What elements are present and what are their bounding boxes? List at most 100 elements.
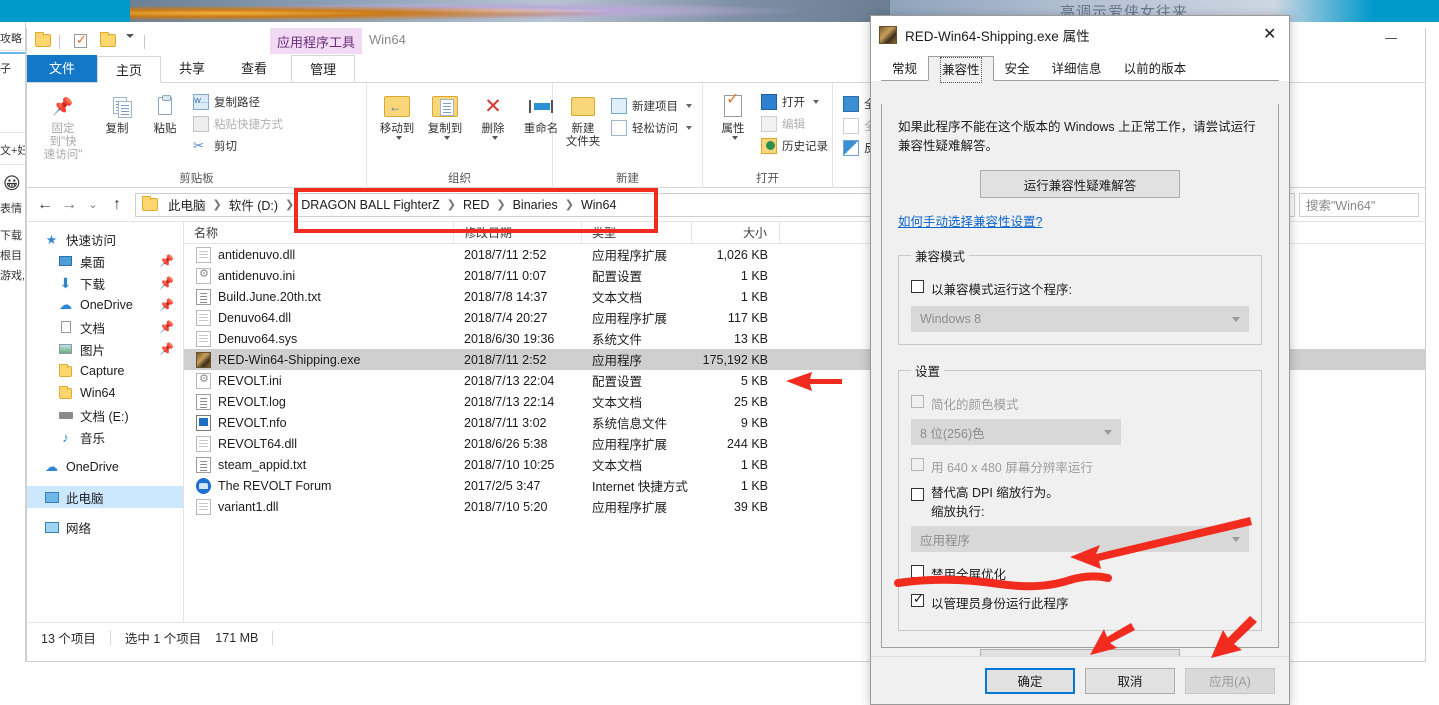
paste-shortcut-button[interactable]: 粘贴快捷方式 (189, 113, 287, 135)
column-header-size[interactable]: 大小 (692, 221, 780, 244)
pin-icon[interactable]: 📌 (159, 342, 174, 356)
breadcrumb-3[interactable]: RED (460, 198, 492, 212)
breadcrumb-1[interactable]: 软件 (D:) (226, 195, 281, 214)
column-header-type[interactable]: 类型 (582, 221, 692, 244)
sidebar-item-onedrive-quick[interactable]: ☁ OneDrive 📌 (27, 294, 183, 316)
sidebar-item-quick-access[interactable]: ★ 快速访问 (27, 228, 183, 250)
copy-button[interactable]: 复制 (93, 87, 141, 138)
tab-share[interactable]: 共享 (161, 55, 223, 82)
paste-label: 粘贴 (153, 123, 177, 135)
resolution-640-row[interactable]: 用 640 x 480 屏幕分辨率运行 (911, 457, 1249, 476)
pin-icon[interactable]: 📌 (159, 254, 174, 268)
disable-fullscreen-checkbox[interactable] (911, 565, 924, 578)
file-size: 25 KB (733, 394, 768, 409)
run-as-admin-row[interactable]: 以管理员身份运行此程序 (911, 591, 1249, 612)
tab-previous-versions[interactable]: 以前的版本 (1113, 57, 1198, 81)
open-label: 打开 (782, 97, 805, 109)
resolution-640-checkbox[interactable] (911, 458, 924, 471)
search-input[interactable]: 搜索"Win64" (1299, 192, 1419, 217)
bg-text-3: 表情 (0, 203, 22, 215)
compatibility-mode-checkbox-row[interactable]: 以兼容模式运行这个程序: (911, 279, 1249, 298)
pin-icon[interactable]: 📌 (159, 320, 174, 334)
paste-button[interactable]: 粘贴 (141, 87, 189, 138)
chevron-down-icon[interactable] (731, 136, 738, 140)
tab-details[interactable]: 详细信息 (1041, 57, 1113, 81)
edit-button[interactable]: 编辑 (757, 113, 832, 135)
new-folder-button[interactable]: 新建 文件夹 (559, 87, 607, 151)
chevron-down-icon[interactable] (491, 136, 498, 140)
chevron-down-icon[interactable] (813, 100, 819, 104)
cut-button[interactable]: ✂ 剪切 (189, 135, 287, 157)
chevron-down-icon[interactable] (686, 126, 692, 130)
tab-home[interactable]: 主页 (97, 56, 162, 83)
sidebar-item-this-pc[interactable]: 此电脑 (27, 486, 183, 508)
copy-to-button[interactable]: 复制到 (421, 87, 469, 142)
back-button[interactable]: ← (33, 193, 57, 217)
customize-caret-icon[interactable] (126, 34, 138, 50)
compatibility-help-link[interactable]: 如何手动选择兼容性设置? (898, 215, 1042, 229)
tab-security[interactable]: 安全 (994, 57, 1041, 81)
cancel-button[interactable]: 取消 (1085, 667, 1175, 694)
history-button[interactable]: 历史记录 (757, 135, 832, 157)
compatibility-mode-checkbox[interactable] (911, 280, 924, 293)
sidebar-item-onedrive[interactable]: ☁ OneDrive (27, 456, 183, 478)
run-troubleshooter-button[interactable]: 运行兼容性疑难解答 (980, 170, 1180, 198)
pin-icon[interactable]: 📌 (159, 276, 174, 290)
properties-button[interactable]: ✓ 属性 (709, 87, 757, 142)
sidebar-item-documents[interactable]: 文档 📌 (27, 316, 183, 338)
disable-fullscreen-row[interactable]: 禁用全屏优化 (911, 564, 1249, 583)
column-header-date[interactable]: 修改日期 (454, 221, 582, 244)
new-folder-icon[interactable] (100, 32, 118, 50)
new-folder-label-1: 新建 (571, 123, 595, 135)
move-to-button[interactable]: ← 移动到 (373, 87, 421, 142)
close-icon[interactable]: ✕ (1263, 27, 1279, 44)
folder-icon (57, 363, 74, 377)
color-depth-select[interactable]: 8 位(256)色 (911, 419, 1121, 445)
sidebar-item-documents-e[interactable]: 文档 (E:) (27, 404, 183, 426)
column-header-name[interactable]: 名称 (184, 221, 454, 244)
ok-button[interactable]: 确定 (985, 667, 1075, 694)
high-dpi-row[interactable]: 替代高 DPI 缩放行为。 缩放执行: (911, 482, 1249, 520)
dpi-scaling-select[interactable]: 应用程序 (911, 526, 1249, 552)
file-type: 应用程序 (592, 354, 643, 368)
tab-general[interactable]: 常规 (881, 57, 928, 81)
breadcrumb-4[interactable]: Binaries (510, 198, 561, 212)
apply-button[interactable]: 应用(A) (1185, 667, 1275, 694)
pin-to-quick-access-button[interactable]: 📌 固定到"快 速访问" (33, 87, 93, 164)
tab-file[interactable]: 文件 (27, 55, 98, 82)
minimize-button[interactable] (1385, 38, 1397, 39)
sidebar-item-pictures[interactable]: 图片 📌 (27, 338, 183, 360)
new-item-button[interactable]: 新建项目 (607, 95, 696, 117)
pin-icon[interactable]: 📌 (159, 298, 174, 312)
copy-path-button[interactable]: W… 复制路径 (189, 91, 287, 113)
easy-access-label: 轻松访问 (632, 123, 678, 135)
sidebar-item-desktop[interactable]: 桌面 📌 (27, 250, 183, 272)
open-button[interactable]: 打开 (757, 91, 832, 113)
chevron-down-icon[interactable] (395, 136, 402, 140)
tab-manage[interactable]: 管理 (291, 55, 356, 82)
sidebar-item-music[interactable]: ♪ 音乐 (27, 426, 183, 448)
sidebar-item-capture[interactable]: Capture (27, 360, 183, 382)
sidebar-item-network[interactable]: 网络 (27, 516, 183, 538)
folder-icon[interactable] (35, 32, 53, 50)
sidebar-item-downloads[interactable]: ⬇ 下载 📌 (27, 272, 183, 294)
properties-checkbox-icon[interactable] (74, 32, 92, 50)
easy-access-button[interactable]: 轻松访问 (607, 117, 696, 139)
breadcrumb-5[interactable]: Win64 (578, 198, 619, 212)
up-button[interactable]: ↑ (105, 193, 129, 217)
sidebar-item-win64[interactable]: Win64 (27, 382, 183, 404)
reduced-color-row[interactable]: 简化的颜色模式 (911, 394, 1249, 413)
tab-compatibility[interactable]: 兼容性 (928, 56, 994, 83)
reduced-color-checkbox[interactable] (911, 395, 924, 408)
high-dpi-checkbox[interactable] (911, 488, 924, 501)
chevron-down-icon[interactable] (686, 104, 692, 108)
breadcrumb-0[interactable]: 此电脑 (165, 195, 209, 214)
recent-locations-button[interactable]: ⌄ (81, 193, 105, 217)
forward-button[interactable]: → (57, 193, 81, 217)
compatibility-os-select[interactable]: Windows 8 (911, 306, 1249, 332)
run-as-admin-checkbox[interactable] (911, 591, 924, 607)
breadcrumb-2[interactable]: DRAGON BALL FighterZ (298, 198, 442, 212)
delete-button[interactable]: ✕ 删除 (469, 87, 517, 142)
chevron-down-icon[interactable] (443, 136, 450, 140)
tab-view[interactable]: 查看 (223, 55, 285, 82)
